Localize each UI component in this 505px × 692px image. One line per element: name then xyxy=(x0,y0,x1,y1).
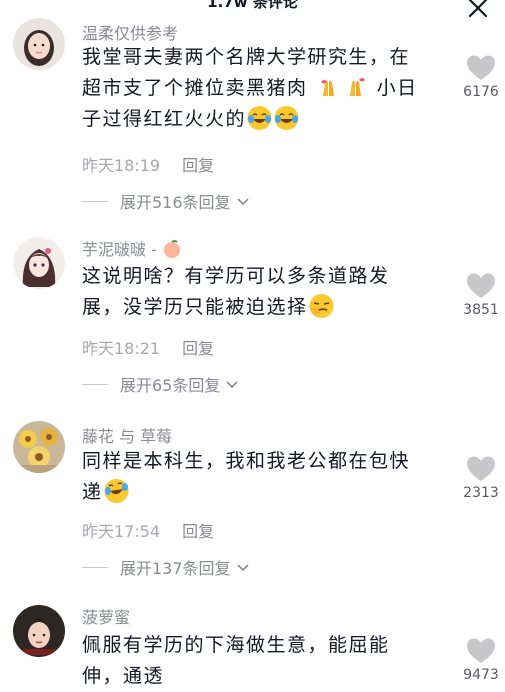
avatar[interactable] xyxy=(13,237,65,289)
comment-time: 昨天17:54 xyxy=(82,522,161,541)
like-button[interactable]: 2313 xyxy=(458,455,504,501)
divider xyxy=(82,566,108,568)
like-button[interactable]: 6176 xyxy=(458,54,504,100)
comment-count-title: 1.7w 条评论 xyxy=(207,0,298,11)
heart-icon xyxy=(467,273,495,298)
like-count: 9473 xyxy=(463,667,499,683)
avatar[interactable] xyxy=(13,605,65,657)
like-button[interactable]: 3851 xyxy=(458,272,504,318)
divider xyxy=(82,383,108,385)
username[interactable]: 菠萝蜜 xyxy=(82,604,130,628)
like-count: 3851 xyxy=(463,302,499,318)
comment-time: 昨天18:21 xyxy=(82,339,161,358)
heart-icon xyxy=(467,638,495,663)
expand-replies-button[interactable]: 展开516条回复 xyxy=(82,189,251,213)
comment-text: 佩服有学历的下海做生意，能屈能伸，通透 xyxy=(82,634,390,687)
expand-replies-label: 展开65条回复 xyxy=(120,376,221,395)
comment-text: 这说明啥？有学历可以多条道路发展，没学历只能被迫选择 xyxy=(82,265,390,318)
expand-replies-label: 展开137条回复 xyxy=(120,559,231,578)
pray-hands-emoji xyxy=(350,78,366,96)
comment-meta: 昨天18:19 回复 xyxy=(82,152,214,176)
heart-icon xyxy=(467,456,495,481)
close-button[interactable] xyxy=(467,0,489,19)
username[interactable]: 温柔仅供参考 xyxy=(82,20,178,44)
expand-replies-button[interactable]: 展开65条回复 xyxy=(82,372,240,396)
chevron-down-icon xyxy=(226,381,238,389)
laugh-cry-emoji xyxy=(247,106,272,130)
heart-icon xyxy=(467,55,495,80)
comment-meta: 昨天17:54 回复 xyxy=(82,518,214,542)
expand-replies-label: 展开516条回复 xyxy=(120,193,231,212)
peach-emoji xyxy=(163,240,180,258)
username[interactable]: 芋泥啵啵 - xyxy=(82,236,182,260)
reply-button[interactable]: 回复 xyxy=(182,339,214,358)
chevron-down-icon xyxy=(236,198,249,206)
comments-header: 1.7w 条评论 xyxy=(0,0,505,18)
avatar[interactable] xyxy=(13,421,65,473)
divider xyxy=(82,200,108,202)
username[interactable]: 藤花 与 草莓 xyxy=(82,423,172,447)
expand-replies-button[interactable]: 展开137条回复 xyxy=(82,555,251,579)
avatar[interactable] xyxy=(13,18,65,70)
like-count: 2313 xyxy=(463,485,499,501)
laugh-cry-emoji xyxy=(274,106,299,130)
like-button[interactable]: 9473 xyxy=(458,637,504,683)
like-count: 6176 xyxy=(463,84,499,100)
comment-meta: 昨天18:21 回复 xyxy=(82,335,214,359)
close-icon xyxy=(468,0,488,18)
comment-text: 同样是本科生，我和我老公都在包快递 xyxy=(82,446,422,508)
laugh-cry-emoji xyxy=(104,479,129,503)
smirk-emoji xyxy=(309,294,334,318)
reply-button[interactable]: 回复 xyxy=(182,522,214,541)
chevron-down-icon xyxy=(236,564,249,572)
reply-button[interactable]: 回复 xyxy=(182,156,214,175)
pray-hands-emoji xyxy=(321,80,335,96)
comment-time: 昨天18:19 xyxy=(82,156,161,175)
comment-text: 我堂哥夫妻两个名牌大学研究生，在超市支了个摊位卖黑猪肉 小日子过得红红火火的 xyxy=(82,46,418,130)
